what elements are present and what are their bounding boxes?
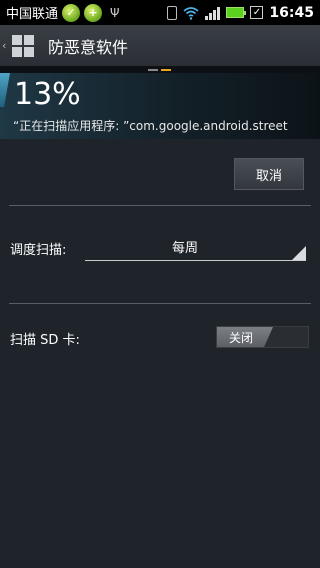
page-dot <box>148 69 158 71</box>
status-clock: 16:45 <box>269 4 314 21</box>
status-bar: 中国联通 ✓ + Ψ ✓ 16:45 <box>0 0 320 25</box>
schedule-scan-value: 每周 <box>171 241 198 256</box>
signal-icon <box>205 6 221 20</box>
progress-percent: 13% <box>14 77 81 112</box>
page-dot-active <box>161 69 171 71</box>
schedule-scan-select[interactable]: 每周 <box>85 229 306 261</box>
progress-status: “正在扫描应用程序: ”com.google.android.street <box>13 119 288 133</box>
divider <box>9 303 311 304</box>
toggle-knob: 关闭 <box>217 327 273 347</box>
page-title: 防恶意软件 <box>48 37 129 57</box>
app-grid-icon[interactable] <box>12 34 34 57</box>
action-bar: ‹ 防恶意软件 <box>0 25 320 67</box>
app-plus-icon: + <box>84 3 103 22</box>
battery-icon <box>226 7 247 18</box>
settings-content: 取消 调度扫描: 每周 扫描 SD 卡: 关闭 <box>0 139 320 568</box>
back-chevron-icon[interactable]: ‹ <box>2 39 10 52</box>
dropdown-corner-icon <box>292 246 306 260</box>
cancel-button[interactable]: 取消 <box>234 158 304 190</box>
wifi-icon <box>183 6 199 20</box>
usb-icon: Ψ <box>110 5 120 20</box>
carrier-name: 中国联通 <box>6 7 59 22</box>
scan-progress-panel: 13% “正在扫描应用程序: ”com.google.android.stree… <box>0 73 320 139</box>
app-badge-icon: ✓ <box>62 3 81 22</box>
divider <box>9 205 311 206</box>
schedule-scan-label: 调度扫描: <box>10 243 67 258</box>
progress-accent <box>0 73 10 107</box>
check-icon: ✓ <box>250 6 264 19</box>
scan-sdcard-toggle[interactable]: 关闭 <box>216 326 309 348</box>
scan-sdcard-label: 扫描 SD 卡: <box>10 333 80 348</box>
vibrate-icon <box>167 5 178 20</box>
